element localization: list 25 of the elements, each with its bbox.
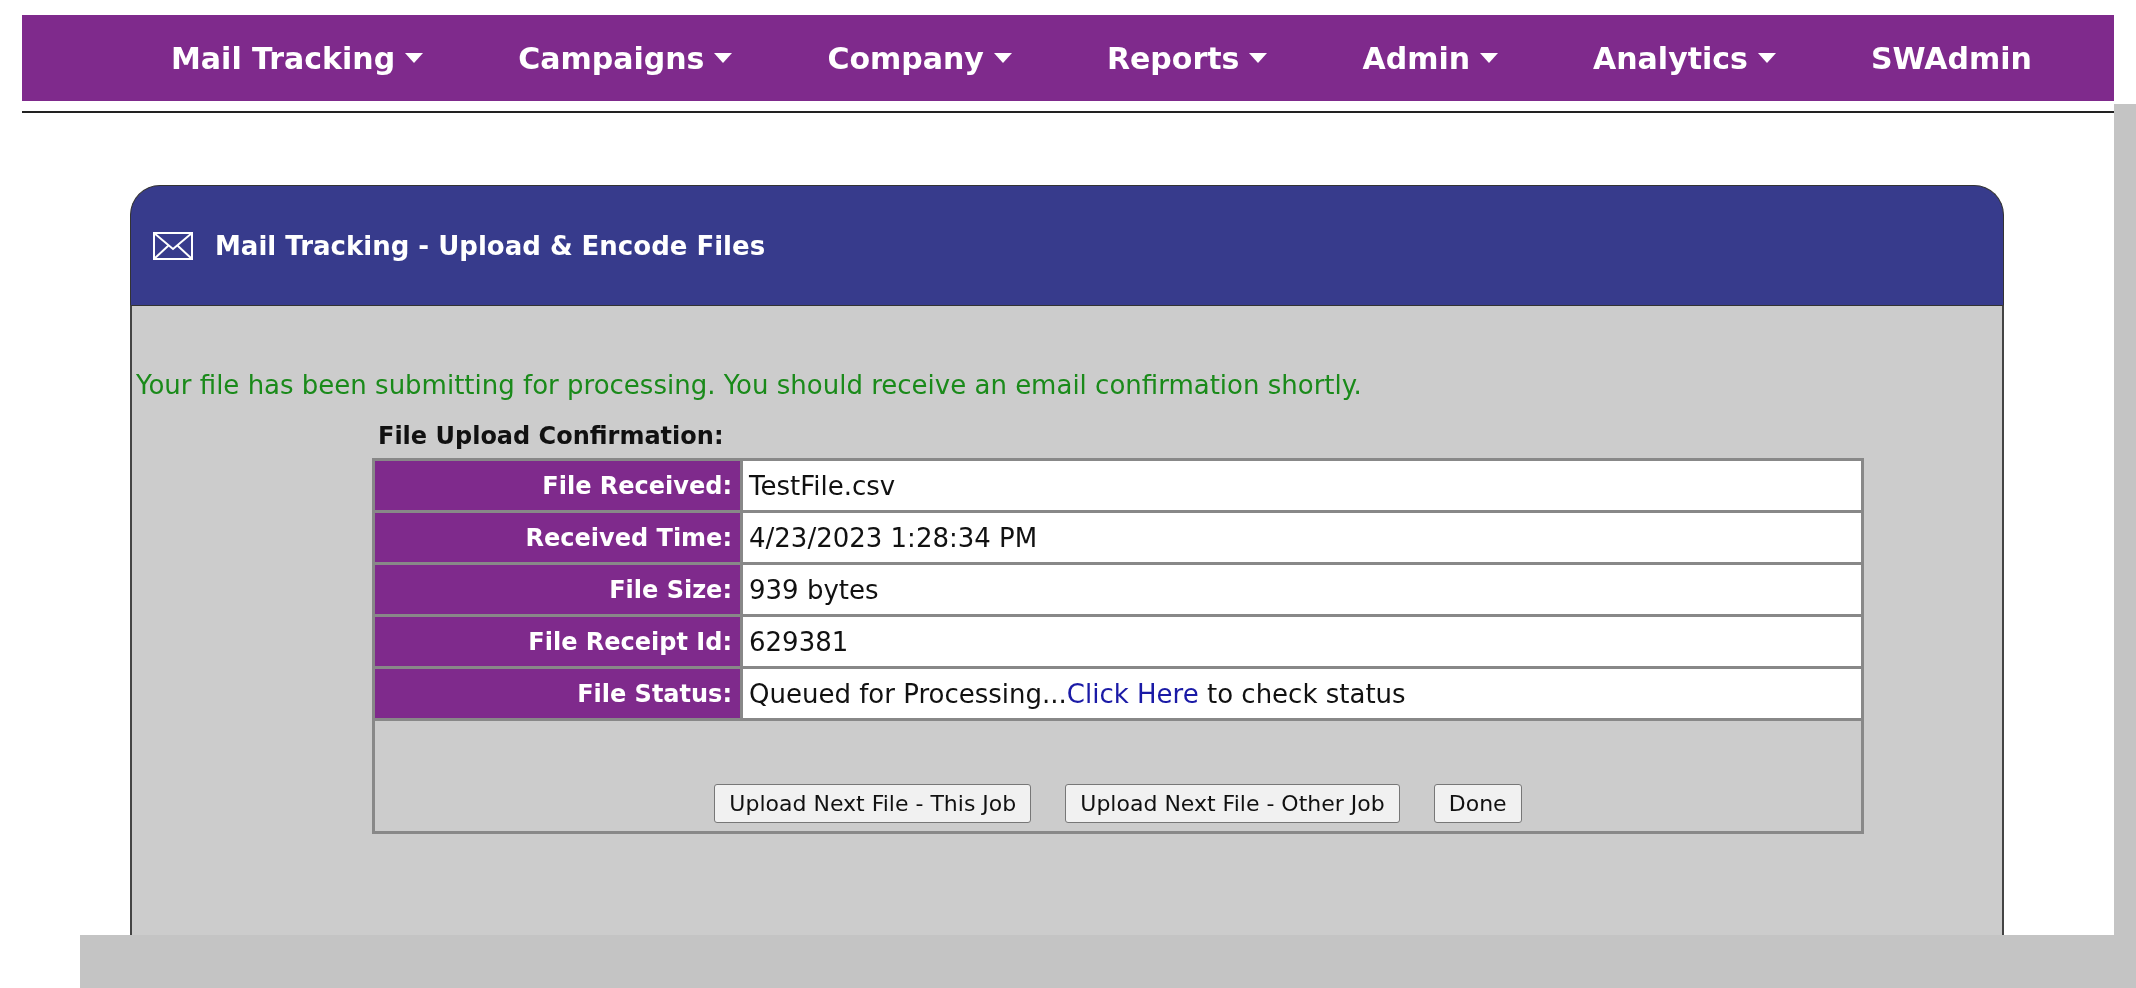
field-label: File Receipt Id: — [375, 617, 740, 666]
nav-menu-item[interactable]: Mail Tracking — [171, 40, 424, 76]
field-label: File Size: — [375, 565, 740, 614]
nav-menu-item[interactable]: Reports — [1106, 40, 1268, 76]
section-heading: File Upload Confirmation: — [378, 422, 724, 450]
status-link[interactable]: Click Here — [1066, 678, 1199, 709]
field-label: File Status: — [375, 669, 740, 718]
panel-title: Mail Tracking - Upload & Encode Files — [215, 230, 766, 261]
nav-menu-item[interactable]: SWAdmin — [1870, 40, 2032, 76]
field-value: 629381 — [743, 617, 1861, 666]
nav-menu-item[interactable]: Admin — [1362, 40, 1499, 76]
field-value: Queued for Processing...Click Here to check status — [743, 669, 1861, 718]
action-button[interactable]: Upload Next File - This Job — [714, 784, 1032, 823]
field-value: TestFile.csv — [743, 461, 1861, 510]
field-value: 4/23/2023 1:28:34 PM — [743, 513, 1861, 562]
nav-menu-item[interactable]: Campaigns — [518, 40, 733, 76]
nav-menu-item[interactable]: Analytics — [1593, 40, 1776, 76]
field-label: File Received: — [375, 461, 740, 510]
field-label: Received Time: — [375, 513, 740, 562]
field-value: 939 bytes — [743, 565, 1861, 614]
action-button[interactable]: Done — [1433, 784, 1522, 823]
success-message: Your file has been submitting for processing. You should receive an email confirmation shortly. — [136, 370, 1363, 400]
envelope-icon — [153, 231, 193, 260]
action-button[interactable]: Upload Next File - Other Job — [1065, 784, 1400, 823]
nav-menu-item[interactable]: Company — [827, 40, 1012, 76]
